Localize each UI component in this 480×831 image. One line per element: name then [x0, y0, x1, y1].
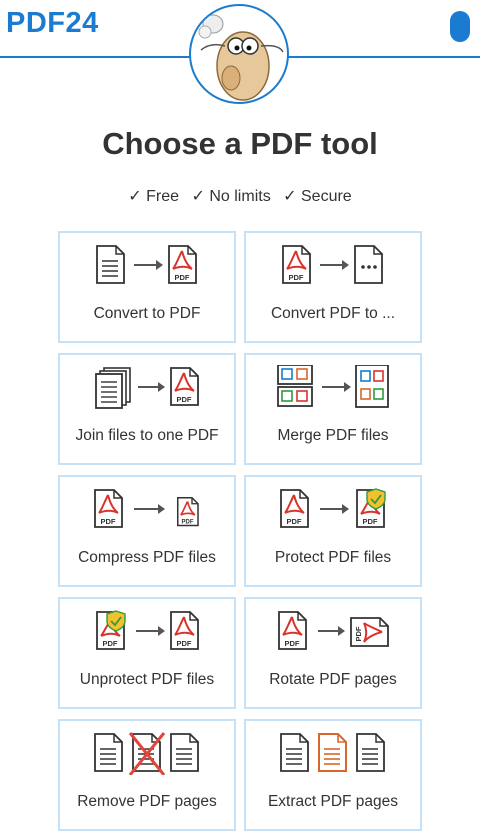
feature-secure: ✓ Secure [283, 188, 352, 205]
unprotect-pdf-icon: PDF PDF [96, 610, 199, 650]
tool-label: Remove PDF pages [77, 793, 217, 810]
tool-remove-pdf-pages[interactable]: Remove PDF pages [58, 719, 236, 831]
tool-convert-pdf-to[interactable]: PDF Convert PDF to ... [244, 231, 422, 343]
features-list: ✓ Free ✓ No limits ✓ Secure [0, 186, 480, 206]
svg-text:PDF: PDF [177, 395, 192, 404]
svg-text:PDF: PDF [363, 517, 378, 526]
join-files-icon: PDF [95, 367, 199, 409]
svg-text:PDF: PDF [175, 273, 190, 282]
tool-label: Protect PDF files [274, 549, 392, 566]
tool-compress-pdf[interactable]: PDF PDF Compress PDF files [58, 475, 236, 587]
tool-label: Unprotect PDF files [79, 671, 215, 688]
svg-text:PDF: PDF [354, 626, 363, 641]
svg-text:PDF: PDF [289, 273, 304, 282]
mascot-icon [198, 14, 284, 101]
tool-merge-pdf[interactable]: Merge PDF files [244, 353, 422, 465]
feature-free: ✓ Free [128, 188, 180, 205]
tool-label: Merge PDF files [277, 427, 389, 444]
extract-pdf-pages-icon [280, 733, 385, 772]
protect-pdf-icon: PDF PDF [280, 488, 386, 528]
tool-label: Extract PDF pages [267, 793, 399, 810]
svg-text:PDF: PDF [287, 517, 302, 526]
menu-button[interactable] [450, 11, 470, 42]
tool-rotate-pdf[interactable]: PDF PDF Rotate PDF pages [244, 597, 422, 709]
svg-text:PDF: PDF [177, 639, 192, 648]
remove-pdf-pages-icon [94, 732, 199, 775]
tool-convert-to-pdf[interactable]: PDF Convert to PDF [58, 231, 236, 343]
convert-pdf-to-icon: PDF [282, 245, 383, 284]
compress-pdf-icon: PDF PDF [94, 489, 199, 528]
svg-text:PDF: PDF [285, 639, 300, 648]
tool-join-files[interactable]: PDF Join files to one PDF [58, 353, 236, 465]
tool-unprotect-pdf[interactable]: PDF PDF Unprotect PDF files [58, 597, 236, 709]
tool-label: Join files to one PDF [75, 427, 219, 444]
pdf24-logo[interactable]: PDF24 [6, 7, 99, 40]
mascot-logo[interactable] [189, 4, 289, 104]
svg-text:PDF: PDF [103, 639, 118, 648]
tool-extract-pdf-pages[interactable]: Extract PDF pages [244, 719, 422, 831]
page-title: Choose a PDF tool [102, 126, 378, 161]
tool-protect-pdf[interactable]: PDF PDF Protect PDF files [244, 475, 422, 587]
tool-label: Rotate PDF pages [269, 671, 397, 688]
feature-no-limits: ✓ No limits [191, 188, 271, 205]
merge-pdf-icon [277, 365, 389, 408]
rotate-pdf-icon: PDF PDF [278, 611, 389, 650]
tool-label: Convert PDF to ... [270, 305, 396, 322]
tool-label: Convert to PDF [93, 305, 201, 322]
svg-text:PDF: PDF [182, 519, 194, 525]
convert-to-pdf-icon: PDF [96, 245, 197, 284]
svg-text:PDF: PDF [101, 517, 116, 526]
tool-label: Compress PDF files [78, 549, 216, 566]
